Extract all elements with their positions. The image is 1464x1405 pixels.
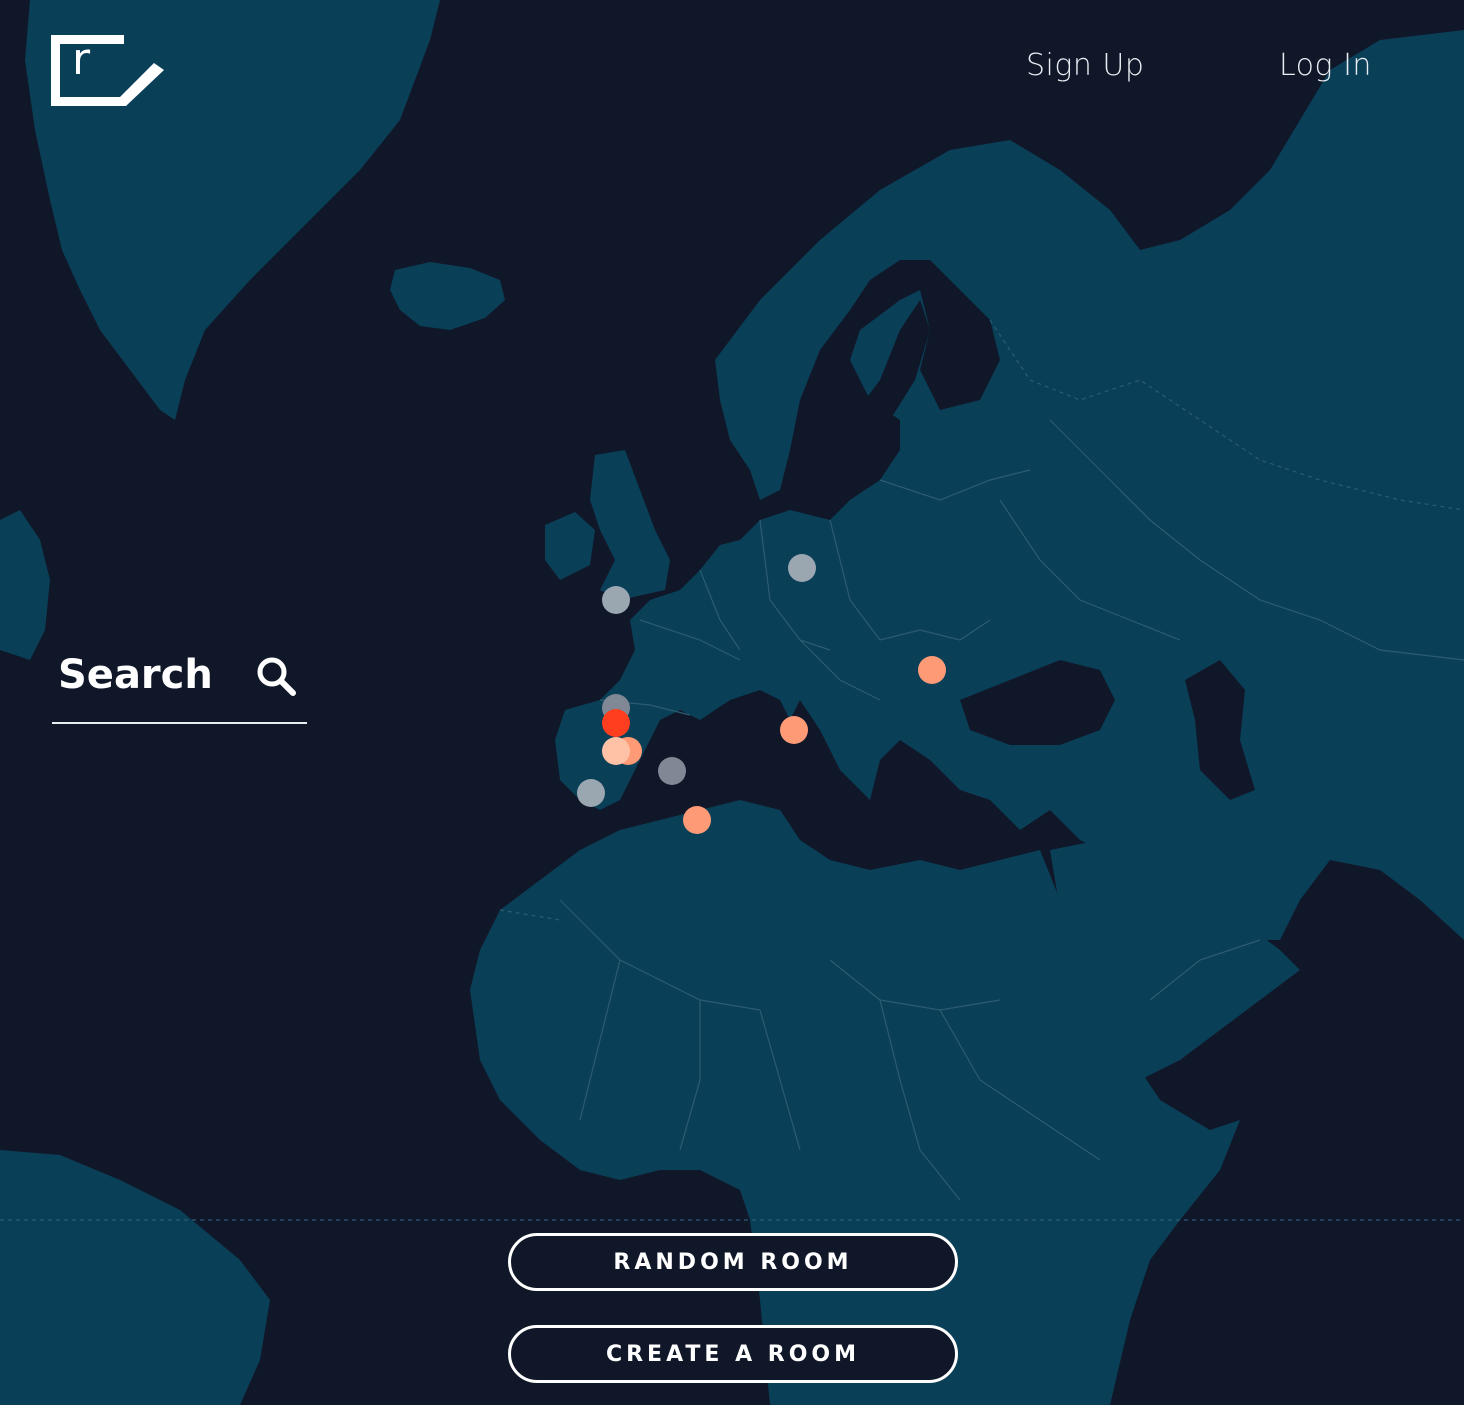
room-marker[interactable] <box>683 806 711 834</box>
app-logo[interactable]: r <box>46 30 168 110</box>
room-marker[interactable] <box>602 586 630 614</box>
create-room-button[interactable]: CREATE A ROOM <box>508 1325 958 1383</box>
room-marker[interactable] <box>780 716 808 744</box>
room-marker[interactable] <box>602 709 630 737</box>
room-marker[interactable] <box>602 737 630 765</box>
landmass-north-america <box>0 510 50 660</box>
random-room-button[interactable]: RANDOM ROOM <box>508 1233 958 1291</box>
sign-up-link[interactable]: Sign Up <box>1026 48 1144 83</box>
room-marker[interactable] <box>788 554 816 582</box>
log-in-link[interactable]: Log In <box>1279 48 1372 83</box>
room-marker[interactable] <box>577 779 605 807</box>
landmass-eurasia <box>555 30 1464 940</box>
logo-mark-icon <box>51 35 164 106</box>
search-label: Search <box>58 652 213 698</box>
search-icon[interactable] <box>254 654 298 698</box>
landmass-south-america <box>0 1150 270 1405</box>
room-marker[interactable] <box>658 757 686 785</box>
room-marker[interactable] <box>918 656 946 684</box>
logo-letter: r <box>72 34 91 85</box>
landmass-ireland <box>545 512 595 580</box>
map-page: r Sign Up Log In Search RANDOM ROOM CREA… <box>0 0 1464 1405</box>
search-field[interactable]: Search <box>52 646 307 724</box>
landmass-iceland <box>390 262 505 330</box>
landmass-great-britain <box>590 450 670 600</box>
